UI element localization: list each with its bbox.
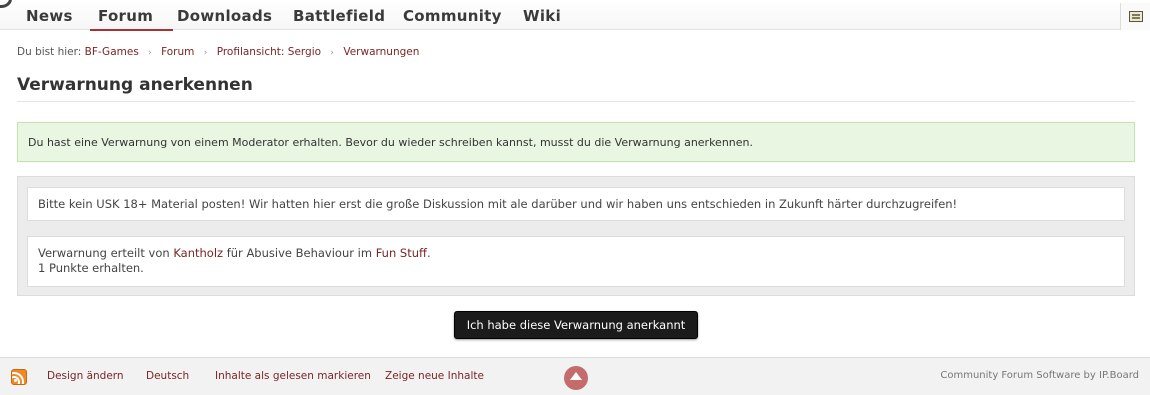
warning-issued-prefix: Verwarnung erteilt von [38, 246, 170, 260]
breadcrumb-item-profile[interactable]: Profilansicht: Sergio [217, 46, 321, 58]
breadcrumb-separator: › [203, 48, 208, 58]
toolbar-toggle-button[interactable] [1120, 3, 1150, 30]
breadcrumb: Du bist hier: BF-Games › Forum › Profila… [17, 46, 419, 58]
warning-issued-line: Verwarnung erteilt von Kantholz für Abus… [38, 246, 1124, 261]
breadcrumb-prefix: Du bist hier: [17, 46, 82, 58]
info-message: Du hast eine Verwarnung von einem Modera… [17, 122, 1135, 162]
title-divider [17, 101, 1135, 102]
back-to-top-icon[interactable] [564, 366, 588, 390]
moderator-link[interactable]: Kantholz [173, 246, 223, 260]
footer-link-change-design[interactable]: Design ändern [47, 370, 124, 382]
warning-reason-card: Bitte kein USK 18+ Material posten! Wir … [27, 187, 1125, 221]
rss-icon[interactable] [11, 369, 27, 385]
window-corner-decoration [0, 0, 12, 8]
warning-period: . [426, 246, 431, 260]
warning-points: 1 Punkte erhalten. [38, 261, 144, 275]
nav-item-wiki[interactable]: Wiki [523, 7, 561, 25]
top-navigation: News Forum Downloads Battlefield Communi… [0, 0, 1150, 31]
breadcrumb-separator: › [148, 48, 152, 58]
footer-link-mark-read[interactable]: Inhalte als gelesen markieren [215, 370, 371, 382]
nav-item-downloads[interactable]: Downloads [177, 7, 272, 25]
warning-info-card: Verwarnung erteilt von Kantholz für Abus… [27, 236, 1125, 287]
forum-link[interactable]: Fun Stuff [376, 246, 427, 260]
warning-reason-text: Bitte kein USK 18+ Material posten! Wir … [38, 197, 958, 211]
warning-for-text: für Abusive Behaviour im [226, 246, 373, 260]
breadcrumb-item-bf-games[interactable]: BF-Games [85, 46, 139, 58]
nav-item-forum[interactable]: Forum [89, 7, 174, 31]
warning-details: Bitte kein USK 18+ Material posten! Wir … [17, 176, 1135, 296]
page-title: Verwarnung anerkennen [17, 75, 253, 95]
acknowledge-warning-button[interactable]: Ich habe diese Verwarnung anerkannt [454, 311, 698, 339]
copyright-text: Community Forum Software by IP.Board [940, 370, 1139, 381]
breadcrumb-separator: › [330, 48, 334, 58]
breadcrumb-item-warnings[interactable]: Verwarnungen [343, 46, 419, 58]
panel-icon [1129, 11, 1143, 22]
footer-link-new-content[interactable]: Zeige neue Inhalte [385, 370, 484, 382]
info-message-text: Du hast eine Verwarnung von einem Modera… [28, 136, 754, 149]
nav-item-battlefield[interactable]: Battlefield [293, 7, 385, 25]
nav-item-community[interactable]: Community [403, 7, 502, 25]
breadcrumb-item-forum[interactable]: Forum [161, 46, 194, 58]
footer-link-language[interactable]: Deutsch [146, 370, 189, 382]
nav-item-news[interactable]: News [26, 7, 73, 25]
footer: Design ändern Deutsch Inhalte als gelese… [0, 357, 1150, 395]
